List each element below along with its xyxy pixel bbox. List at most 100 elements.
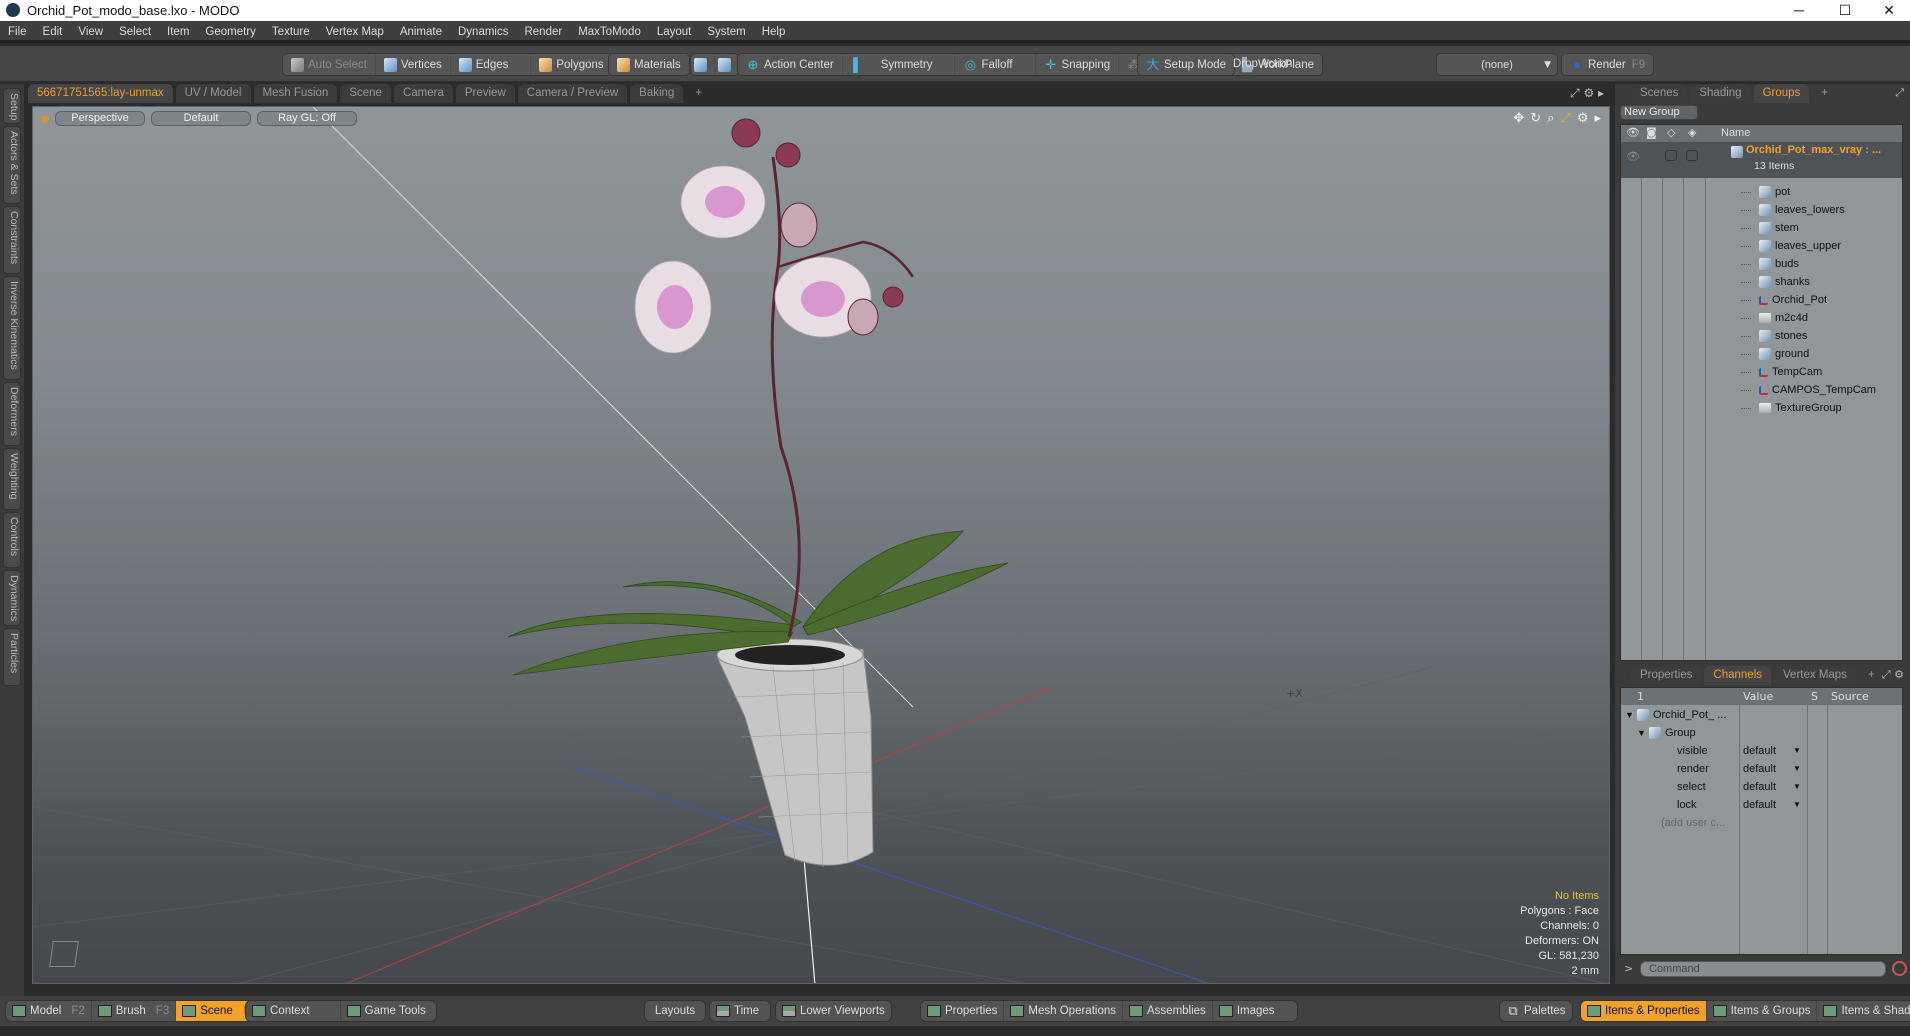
tab-uv-model[interactable]: UV / Model	[175, 84, 251, 103]
properties-panel-button[interactable]: Properties	[921, 1001, 1005, 1021]
mode-context[interactable]: Context	[246, 1001, 341, 1021]
menu-dynamics[interactable]: Dynamics	[450, 21, 516, 43]
gear-icon[interactable]: ⚙	[1894, 668, 1904, 681]
action-center-button[interactable]: ⊕ Action Center	[738, 54, 843, 75]
add-lower-tab-button[interactable]: +	[1859, 666, 1884, 685]
visibility-eye-icon[interactable]: 👁	[1626, 126, 1640, 139]
group-item-stem[interactable]: stem	[1741, 219, 1799, 237]
tab-groups[interactable]: Groups	[1753, 84, 1810, 103]
group-item-ground[interactable]: ground	[1741, 345, 1809, 363]
maximize-icon[interactable]: ⤢	[1882, 668, 1891, 681]
group-item-m2c4d[interactable]: m2c4d	[1741, 309, 1808, 327]
tab-shading[interactable]: Shading	[1690, 84, 1751, 103]
new-group-button[interactable]: New Group	[1620, 105, 1698, 120]
expand-arrow-icon[interactable]: ▼	[1637, 724, 1646, 742]
channel-value-dropdown[interactable]: default	[1743, 742, 1776, 760]
setup-mode-button[interactable]: 大 Setup Mode	[1138, 54, 1234, 75]
chevron-down-icon[interactable]: ▼	[1793, 796, 1801, 814]
pivot-mode-button[interactable]	[715, 54, 738, 75]
tab-channels[interactable]: Channels	[1704, 666, 1772, 685]
record-icon[interactable]	[1892, 961, 1907, 976]
gear-icon[interactable]: ⚙	[1583, 86, 1594, 100]
group-item-leaves-upper[interactable]: leaves_upper	[1741, 237, 1841, 255]
channel-root-row[interactable]: ▼ Orchid_Pot_ ...	[1621, 706, 1902, 724]
render-button[interactable]: ● Render F9	[1562, 54, 1653, 75]
group-item-shanks[interactable]: shanks	[1741, 273, 1810, 291]
gear-icon[interactable]: ⚙	[1577, 111, 1589, 126]
channel-value-dropdown[interactable]: default	[1743, 796, 1776, 814]
tab-scene[interactable]: Scene	[340, 84, 391, 103]
group-row[interactable]: 👁 Orchid_Pot_max_vray : ... 13 Items	[1621, 142, 1902, 178]
menu-texture[interactable]: Texture	[264, 21, 318, 43]
select-checkbox[interactable]	[1665, 150, 1677, 161]
lock-checkbox[interactable]	[1686, 150, 1698, 161]
group-item-texturegroup[interactable]: TextureGroup	[1741, 399, 1842, 417]
mode-game-tools[interactable]: Game Tools	[341, 1001, 436, 1021]
play-arrow-icon[interactable]: ▸	[1598, 86, 1604, 100]
close-button[interactable]: ✕	[1866, 0, 1910, 21]
menu-maxtomodo[interactable]: MaxToModo	[570, 21, 649, 43]
tab-properties[interactable]: Properties	[1631, 666, 1702, 685]
group-item-campos-tempcam[interactable]: CAMPOS_TempCam	[1741, 381, 1876, 399]
item-mode-button[interactable]	[691, 54, 715, 75]
lock-icon[interactable]: ◈	[1688, 126, 1696, 139]
mesh-operations-button[interactable]: Mesh Operations	[1004, 1001, 1123, 1021]
add-panel-tab-button[interactable]: +	[1812, 84, 1837, 103]
menu-animate[interactable]: Animate	[392, 21, 450, 43]
command-input[interactable]: Command	[1640, 961, 1886, 977]
items-groups-button[interactable]: Items & Groups	[1707, 1001, 1818, 1021]
snapping-button[interactable]: ✛ Snapping	[1036, 54, 1120, 75]
tab-preview[interactable]: Preview	[455, 84, 515, 103]
group-item-tempcam[interactable]: TempCam	[1741, 363, 1822, 381]
3d-viewport[interactable]: Perspective Default Ray GL: Off ✥ ↻ ⌕ ⤢ …	[32, 106, 1610, 984]
images-button[interactable]: Images	[1213, 1001, 1297, 1021]
view-mode-dropdown[interactable]: Perspective	[55, 111, 145, 126]
chevron-down-icon[interactable]: ▼	[1793, 742, 1801, 760]
menu-edit[interactable]: Edit	[35, 21, 71, 43]
maximize-icon[interactable]: ⤢	[1570, 86, 1580, 100]
tab-setup[interactable]: Setup	[3, 88, 21, 124]
group-item-orchid-pot[interactable]: Orchid_Pot	[1741, 291, 1827, 309]
play-arrow-icon[interactable]: ▸	[1594, 111, 1601, 126]
tab-particles[interactable]: Particles	[3, 628, 21, 686]
group-item-stones[interactable]: stones	[1741, 327, 1807, 345]
tab-deformers[interactable]: Deformers	[3, 382, 21, 446]
rotate-icon[interactable]: ↻	[1530, 111, 1541, 126]
vertices-button[interactable]: Vertices	[376, 54, 451, 75]
zoom-icon[interactable]: ⌕	[1547, 111, 1554, 126]
chevron-down-icon[interactable]: ▼	[1793, 778, 1801, 796]
expand-arrow-icon[interactable]: ▼	[1625, 706, 1634, 724]
menu-system[interactable]: System	[699, 21, 753, 43]
menu-item[interactable]: Item	[159, 21, 197, 43]
tab-mesh-fusion[interactable]: Mesh Fusion	[253, 84, 338, 103]
fit-icon[interactable]: ⤢	[1560, 111, 1570, 126]
select-lock-icon[interactable]: ◇	[1667, 126, 1675, 139]
group-item-buds[interactable]: buds	[1741, 255, 1799, 273]
menu-select[interactable]: Select	[111, 21, 159, 43]
eye-toggle-icon[interactable]: 👁	[1626, 150, 1640, 163]
lower-viewports-button[interactable]: Lower Viewports	[775, 1000, 892, 1022]
tab-dynamics[interactable]: Dynamics	[3, 570, 21, 626]
tab-camera[interactable]: Camera	[393, 84, 453, 103]
tab-actors-sets[interactable]: Actors & Sets	[3, 126, 21, 204]
menu-vertex-map[interactable]: Vertex Map	[318, 21, 392, 43]
channel-group-row[interactable]: ▼ Group	[1621, 724, 1902, 742]
menu-view[interactable]: View	[70, 21, 111, 43]
viewport-status-dot[interactable]	[41, 114, 49, 123]
tab-vertex-maps[interactable]: Vertex Maps	[1774, 666, 1856, 685]
menu-render[interactable]: Render	[516, 21, 570, 43]
items-properties-button[interactable]: Items & Properties	[1581, 1001, 1707, 1021]
polygons-button[interactable]: Polygons	[531, 54, 611, 75]
palettes-button[interactable]: ⧉ Palettes	[1499, 1000, 1573, 1022]
shading-dropdown[interactable]: Default	[151, 111, 251, 126]
add-tab-button[interactable]: +	[686, 84, 711, 103]
menu-layout[interactable]: Layout	[649, 21, 700, 43]
tab-controls[interactable]: Controls	[3, 512, 21, 568]
assemblies-button[interactable]: Assemblies	[1123, 1001, 1213, 1021]
falloff-button[interactable]: ◎ Falloff	[955, 54, 1036, 75]
layouts-button[interactable]: Layouts	[644, 1000, 706, 1022]
maximize-icon[interactable]: ⤢	[1895, 86, 1904, 100]
menu-geometry[interactable]: Geometry	[197, 21, 264, 43]
mode-brush[interactable]: Brush F3	[92, 1001, 177, 1021]
minimize-button[interactable]: ─	[1776, 0, 1822, 21]
